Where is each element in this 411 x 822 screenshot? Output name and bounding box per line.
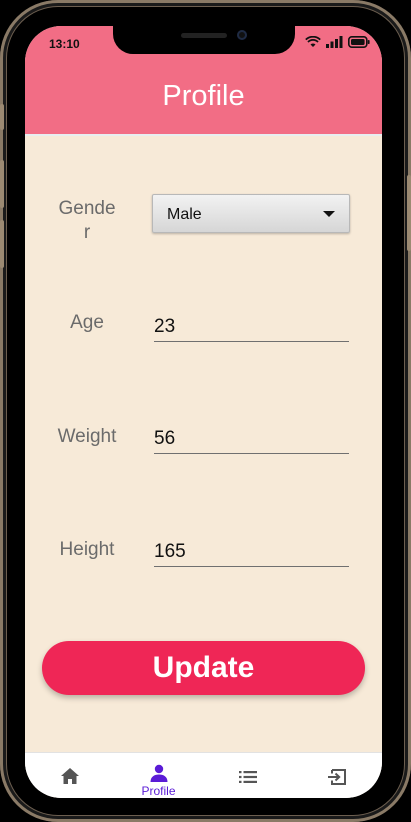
device-notch	[113, 26, 295, 54]
list-icon	[238, 771, 257, 783]
nav-item-home[interactable]	[25, 753, 114, 798]
volume-down-button	[0, 220, 4, 268]
home-icon	[60, 768, 79, 784]
power-button	[407, 175, 411, 251]
nav-item-profile[interactable]: Profile	[114, 753, 203, 798]
status-icons	[305, 36, 370, 48]
age-value: 23	[154, 316, 176, 337]
height-label: Height	[59, 539, 115, 560]
logout-icon	[327, 769, 346, 785]
update-button[interactable]: Update	[42, 641, 365, 695]
nav-label-profile: Profile	[141, 784, 176, 798]
gender-select-value: Male	[167, 206, 202, 223]
front-camera	[237, 30, 247, 40]
status-time: 13:10	[49, 37, 80, 51]
bottom-nav: Profile	[25, 752, 382, 798]
nav-item-list[interactable]	[203, 753, 292, 798]
volume-up-button	[0, 160, 4, 208]
gender-select[interactable]: Male	[152, 194, 350, 233]
height-field[interactable]: 165	[154, 539, 349, 567]
app-screen: 13:10 Profile Gende r Male Age 23 Weight…	[25, 26, 382, 798]
battery-icon	[348, 36, 370, 48]
nav-item-logout[interactable]	[292, 753, 381, 798]
age-label: Age	[70, 312, 104, 333]
silent-switch	[0, 104, 4, 130]
page-title: Profile	[162, 80, 245, 112]
gender-label: Gende r	[58, 198, 116, 243]
signal-icon	[326, 36, 343, 48]
weight-field[interactable]: 56	[154, 426, 349, 454]
phone-frame: 13:10 Profile Gende r Male Age 23 Weight…	[0, 0, 411, 822]
speaker-grille	[181, 33, 227, 38]
weight-label: Weight	[57, 426, 117, 447]
age-field[interactable]: 23	[154, 314, 349, 342]
wifi-icon	[305, 36, 321, 47]
dropdown-arrow-icon	[323, 211, 335, 217]
person-icon	[150, 764, 167, 782]
height-value: 165	[154, 541, 186, 562]
weight-value: 56	[154, 428, 176, 449]
